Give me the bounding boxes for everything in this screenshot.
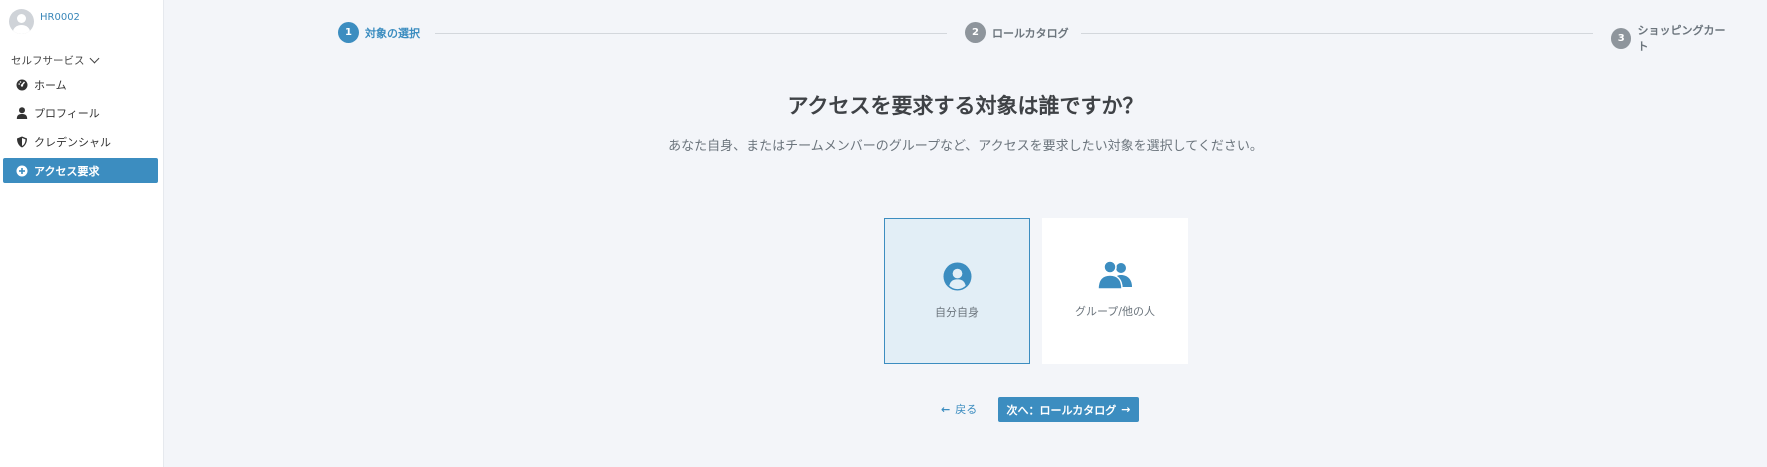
step-number: 3 (1611, 27, 1632, 49)
step-label: 対象の選択 (365, 26, 420, 40)
option-self-card[interactable]: 自分自身 (884, 218, 1030, 364)
section-label: セルフサービス (11, 55, 85, 67)
sidebar-item-home[interactable]: ホーム (3, 72, 158, 97)
arrow-right-icon: → (1121, 403, 1131, 416)
arrow-left-icon: ← (941, 402, 951, 416)
back-label: 戻る (955, 403, 978, 416)
dashboard-icon (16, 79, 28, 91)
page-description: あなた自身、またはチームメンバーのグループなど、アクセスを要求したい対象を選択し… (668, 139, 1263, 154)
username[interactable]: HR0002 (40, 12, 80, 23)
sidebar-item-access-request[interactable]: アクセス要求 (3, 158, 158, 183)
back-button[interactable]: ← 戻る (941, 401, 977, 417)
sidebar-item-label: クレデンシャル (34, 135, 111, 149)
step-select-target[interactable]: 1 対象の選択 (338, 22, 420, 43)
sidebar-item-credentials[interactable]: クレデンシャル (3, 129, 158, 154)
sidebar: HR0002 セルフサービス ホーム プロフィール クレデンシャル アクセス要求 (0, 0, 164, 467)
chevron-down-icon (89, 53, 99, 64)
step-number: 2 (965, 22, 986, 43)
page-title: アクセスを要求する対象は誰ですか？ (787, 94, 1144, 118)
shield-icon (16, 136, 28, 148)
option-label: グループ/他の人 (1074, 305, 1156, 318)
avatar (9, 9, 34, 34)
step-connector (435, 33, 947, 34)
user-profile[interactable]: HR0002 (9, 9, 80, 34)
stepper: 1 対象の選択 2 ロールカタログ 3 ショッピングカート (338, 22, 1734, 53)
option-label: 自分自身 (935, 306, 979, 319)
step-number: 1 (338, 22, 359, 43)
step-shopping-cart[interactable]: 3 ショッピングカート (1611, 22, 1734, 54)
user-icon (16, 106, 28, 119)
sidebar-item-label: ホーム (34, 78, 67, 92)
step-label: ロールカタログ (992, 26, 1069, 40)
step-role-catalog[interactable]: 2 ロールカタログ (965, 22, 1069, 43)
option-group-card[interactable]: グループ/他の人 (1042, 218, 1188, 364)
next-button[interactable]: 次へ：ロールカタログ → (998, 397, 1139, 422)
self-service-section-toggle[interactable]: セルフサービス (11, 53, 99, 68)
next-label: 次へ：ロールカタログ (1006, 403, 1117, 417)
sidebar-item-profile[interactable]: プロフィール (3, 100, 158, 125)
user-circle-icon (942, 260, 972, 292)
users-icon (1097, 259, 1133, 291)
step-label: ショッピングカート (1637, 24, 1726, 53)
plus-circle-icon (16, 165, 28, 177)
sidebar-item-label: プロフィール (34, 106, 100, 120)
sidebar-item-label: アクセス要求 (34, 164, 100, 178)
step-connector (1081, 33, 1593, 34)
